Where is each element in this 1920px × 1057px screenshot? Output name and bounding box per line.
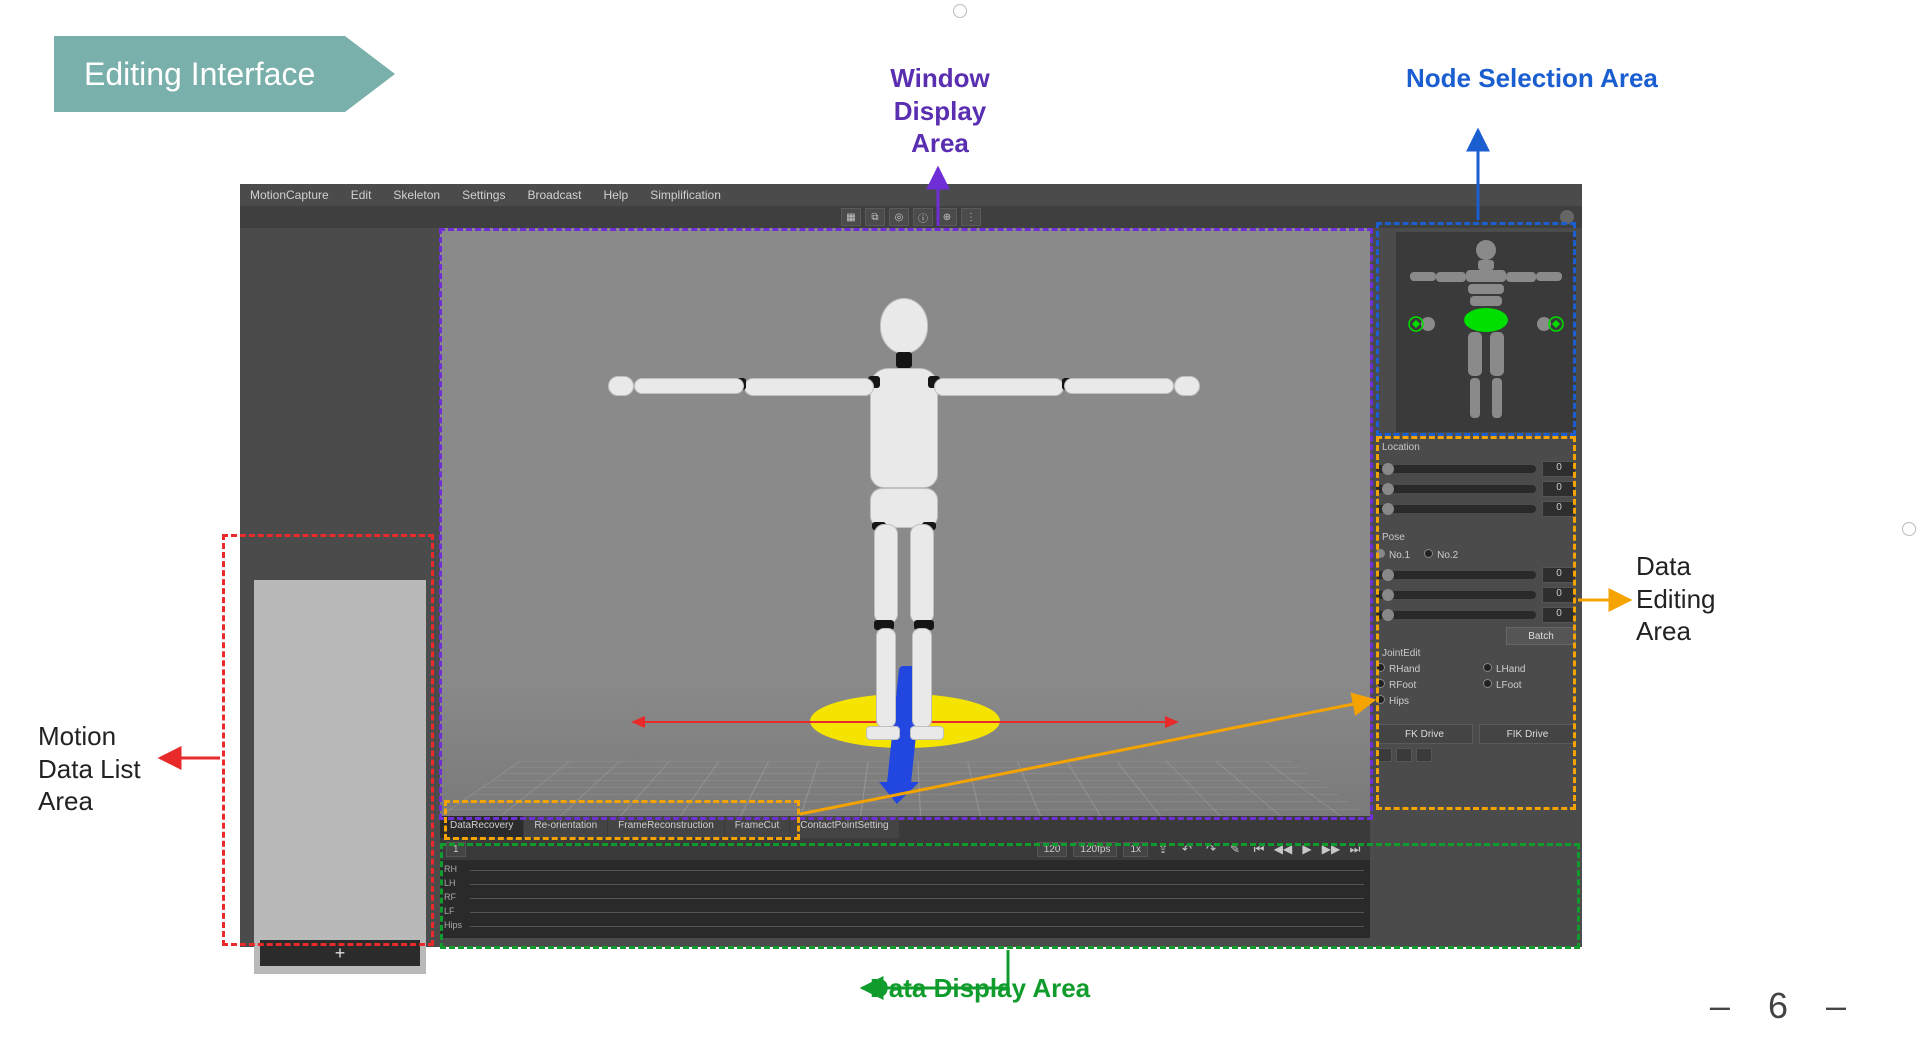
menu-item[interactable]: Simplification <box>650 188 721 202</box>
target-icon[interactable]: ◎ <box>889 208 909 226</box>
menu-item[interactable]: Skeleton <box>393 188 440 202</box>
banner-arrow-icon <box>345 36 395 112</box>
menu-item[interactable]: Help <box>604 188 629 202</box>
annotation-box-data-display <box>440 843 1580 949</box>
globe-icon[interactable]: ⊕ <box>937 208 957 226</box>
menu-item[interactable]: Broadcast <box>527 188 581 202</box>
callout-data-editing: Data Editing Area <box>1636 550 1716 648</box>
page-number: – 6 – <box>1710 985 1860 1027</box>
annotation-box-data-editing <box>1376 436 1576 810</box>
slide-title: Editing Interface <box>54 36 345 112</box>
menu-item[interactable]: MotionCapture <box>250 188 329 202</box>
options-icon[interactable]: ⋮ <box>961 208 981 226</box>
info-icon[interactable]: ⓘ <box>913 208 933 226</box>
menubar: MotionCapture Edit Skeleton Settings Bro… <box>240 184 1582 206</box>
menu-item[interactable]: Edit <box>351 188 372 202</box>
slide-side-handle <box>1902 522 1916 536</box>
callout-motion-list: Motion Data List Area <box>38 720 141 818</box>
annotation-box-window-display <box>439 228 1373 820</box>
annotation-box-node-selection <box>1376 222 1576 436</box>
slide-title-banner: Editing Interface <box>54 36 395 112</box>
callout-data-display: Data Display Area <box>870 972 1090 1005</box>
callout-node-selection: Node Selection Area <box>1406 62 1658 95</box>
annotation-box-tool-tabs <box>444 800 800 840</box>
annotation-box-motion-list <box>222 534 434 946</box>
callout-window-display: Window Display Area <box>860 62 1020 160</box>
grid-icon[interactable]: ▦ <box>841 208 861 226</box>
menu-item[interactable]: Settings <box>462 188 505 202</box>
layers-icon[interactable]: ⧉ <box>865 208 885 226</box>
slide-top-handle <box>953 4 967 18</box>
